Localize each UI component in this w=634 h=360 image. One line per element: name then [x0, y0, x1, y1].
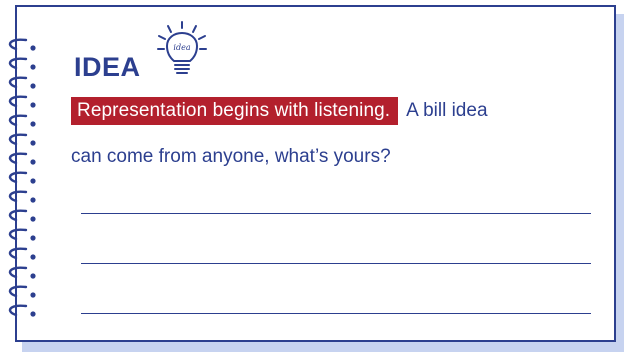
card-title: IDEA [74, 52, 141, 82]
writing-line[interactable] [81, 213, 591, 214]
writing-line[interactable] [81, 263, 591, 264]
prompt-text-1: A bill idea [406, 100, 488, 121]
idea-card-stage: IDEA idea Representation begins with lis… [0, 0, 634, 360]
bulb-text: idea [173, 43, 190, 52]
highlight-text: Representation begins with listening. [71, 97, 399, 125]
lightbulb-icon: idea [157, 21, 207, 74]
prompt-line-1: Representation begins with listening. A … [71, 96, 488, 126]
spiral-binding-icon [8, 38, 36, 317]
writing-line[interactable] [81, 313, 591, 314]
prompt-line-2: can come from anyone, what’s yours? [71, 146, 391, 167]
